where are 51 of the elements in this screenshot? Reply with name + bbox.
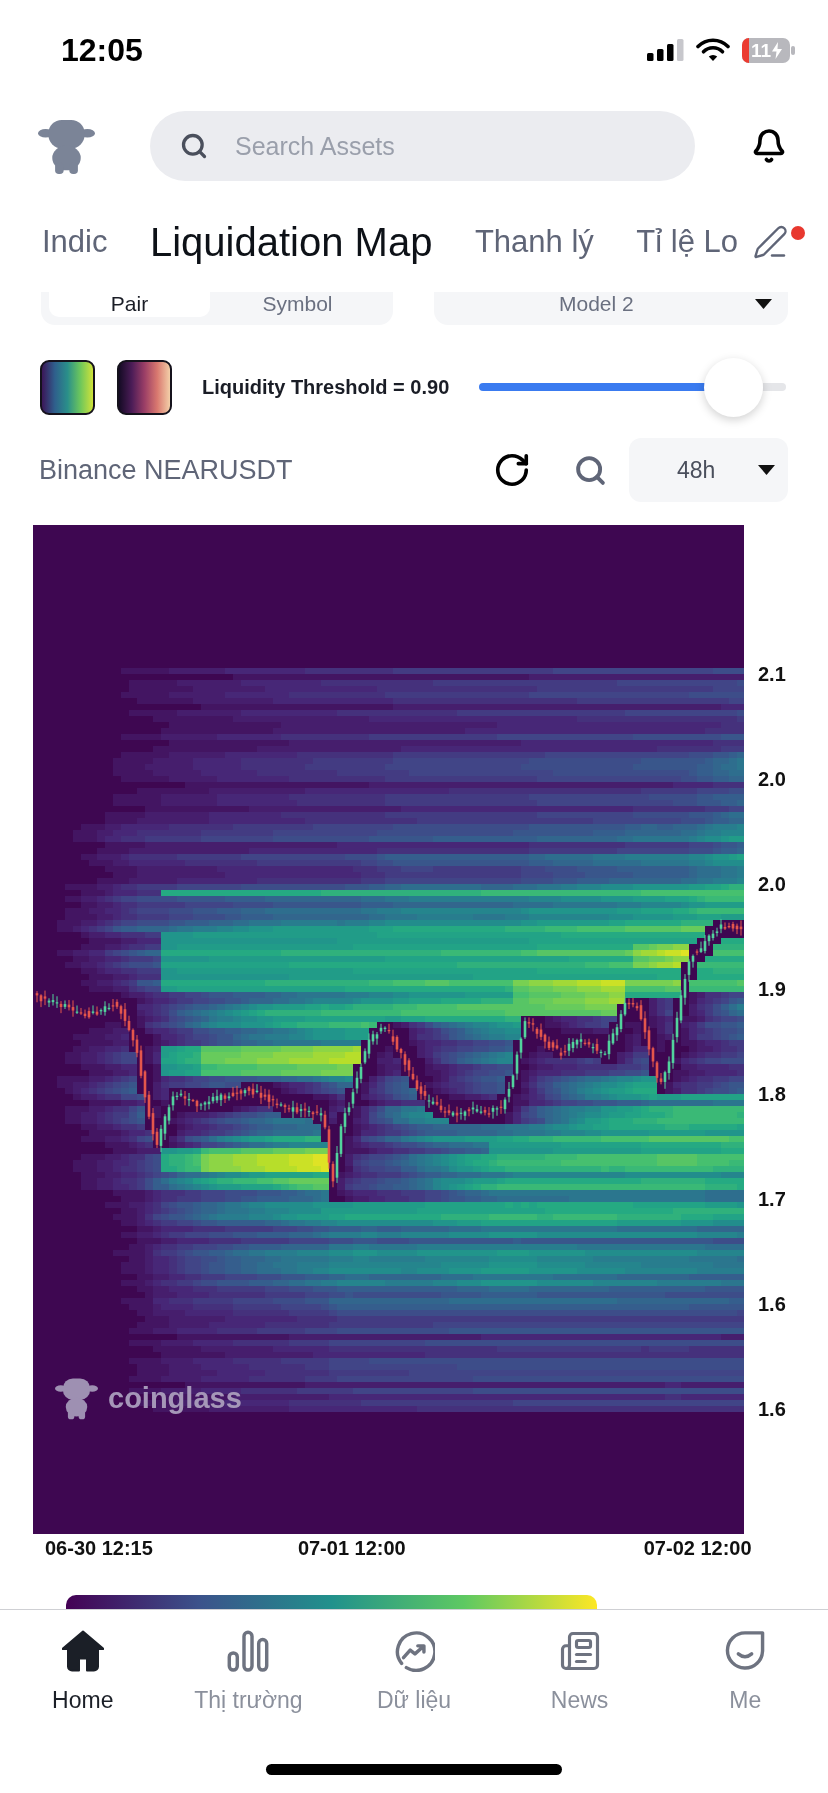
tab[interactable]: Indic bbox=[42, 222, 108, 262]
tab[interactable]: Thanh lý bbox=[474, 222, 594, 262]
search-field[interactable]: Search Assets bbox=[150, 111, 695, 181]
x-axis-label: 07-01 12:00 bbox=[297, 1538, 406, 1558]
y-axis-label: 1.8 bbox=[758, 1082, 786, 1106]
y-axis-label: 1.7 bbox=[758, 1187, 786, 1211]
status-time: 12:05 bbox=[61, 34, 143, 66]
smile-face-icon bbox=[724, 1630, 767, 1672]
home-icon bbox=[61, 1630, 104, 1672]
palette-swatch[interactable] bbox=[40, 359, 95, 415]
segment-tab[interactable]: Symbol bbox=[210, 292, 385, 317]
market-title: Binance NEARUSDT bbox=[39, 453, 293, 487]
threshold-label: Liquidity Threshold = 0.90 bbox=[202, 375, 450, 400]
battery-percentage: 11 bbox=[751, 40, 772, 60]
palette-swatch[interactable] bbox=[117, 359, 172, 415]
slider-track[interactable] bbox=[479, 357, 786, 417]
wifi-icon bbox=[696, 38, 730, 62]
nav-tab[interactable]: Dữ liệu bbox=[331, 1630, 497, 1712]
bar-chart-icon bbox=[227, 1630, 270, 1672]
y-axis-label: 1.9 bbox=[758, 977, 786, 1001]
caret-down-icon bbox=[758, 465, 775, 475]
battery-icon bbox=[742, 37, 795, 63]
trend-circle-icon bbox=[393, 1630, 435, 1672]
y-axis-label: 2.1 bbox=[758, 662, 786, 686]
notification-bell-icon[interactable] bbox=[751, 126, 787, 166]
tab[interactable]: Tỉ lệ Lo bbox=[636, 222, 738, 262]
x-axis-label: 07-02 12:00 bbox=[643, 1538, 752, 1558]
search-icon[interactable] bbox=[574, 453, 607, 487]
tab[interactable]: Liquidation Map bbox=[150, 217, 433, 267]
chart-watermark: coinglass bbox=[108, 1384, 242, 1413]
y-axis-label: 2.0 bbox=[758, 872, 786, 896]
caret-down-icon bbox=[755, 299, 772, 309]
nav-tab[interactable]: Me bbox=[662, 1630, 828, 1712]
y-axis-label: 1.6 bbox=[758, 1292, 786, 1316]
nav-tab[interactable]: News bbox=[496, 1630, 663, 1712]
y-axis-label: 1.6 bbox=[758, 1397, 786, 1421]
segment-tab[interactable]: Pair bbox=[49, 292, 210, 317]
y-axis-label: 2.0 bbox=[758, 767, 786, 791]
newspaper-icon bbox=[558, 1630, 601, 1672]
cow-watermark-icon bbox=[55, 1375, 98, 1422]
refresh-icon[interactable] bbox=[493, 451, 531, 489]
model-dropdown[interactable]: Model 2 bbox=[434, 292, 788, 325]
x-axis-label: 06-30 12:15 bbox=[45, 1538, 153, 1558]
interval-dropdown[interactable]: 48h bbox=[629, 438, 788, 502]
slider-thumb[interactable] bbox=[704, 357, 764, 417]
slider-rail bbox=[763, 383, 786, 391]
signal-icon bbox=[647, 39, 684, 61]
nav-tab[interactable]: Thị trường bbox=[165, 1630, 332, 1712]
search-icon bbox=[180, 132, 208, 160]
pencil-icon[interactable] bbox=[752, 224, 789, 260]
nav-tab[interactable]: Home bbox=[0, 1630, 166, 1712]
